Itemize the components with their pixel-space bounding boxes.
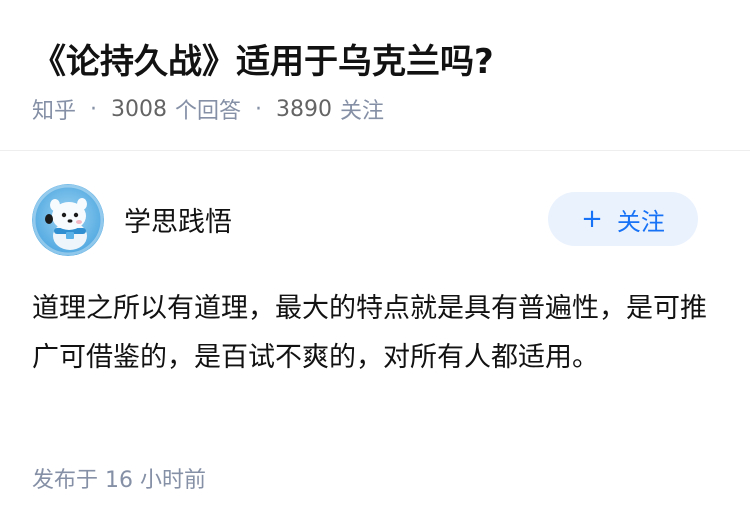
follow-button[interactable]: + 关注	[548, 192, 698, 246]
author-name[interactable]: 学思践悟	[124, 200, 232, 239]
follower-count-label: 关注	[340, 99, 385, 124]
follow-button-label: 关注	[616, 207, 665, 236]
answer-count: 3008	[111, 96, 168, 122]
answer-page: 《论持久战》适用于乌克兰吗? 知乎 · 3008 个回答 · 3890 关注 学…	[0, 0, 750, 530]
publish-time: 发布于 16 小时前	[32, 468, 206, 493]
mascot-avatar-icon	[32, 184, 104, 256]
avatar[interactable]	[32, 184, 104, 256]
divider	[0, 150, 750, 151]
question-title[interactable]: 《论持久战》适用于乌克兰吗?	[32, 34, 494, 83]
follower-count: 3890	[276, 96, 333, 122]
question-meta: 知乎 · 3008 个回答 · 3890 关注	[32, 92, 384, 126]
source-label[interactable]: 知乎	[32, 93, 76, 125]
meta-separator: ·	[255, 96, 263, 122]
author-row: 学思践悟 + 关注	[32, 184, 700, 256]
meta-separator: ·	[90, 96, 98, 122]
answer-count-label: 个回答	[175, 99, 242, 124]
plus-icon: +	[581, 204, 603, 234]
answer-text[interactable]: 道理之所以有道理，最大的特点就是具有普遍性，是可推广可借鉴的，是百试不爽的，对所…	[32, 284, 712, 382]
